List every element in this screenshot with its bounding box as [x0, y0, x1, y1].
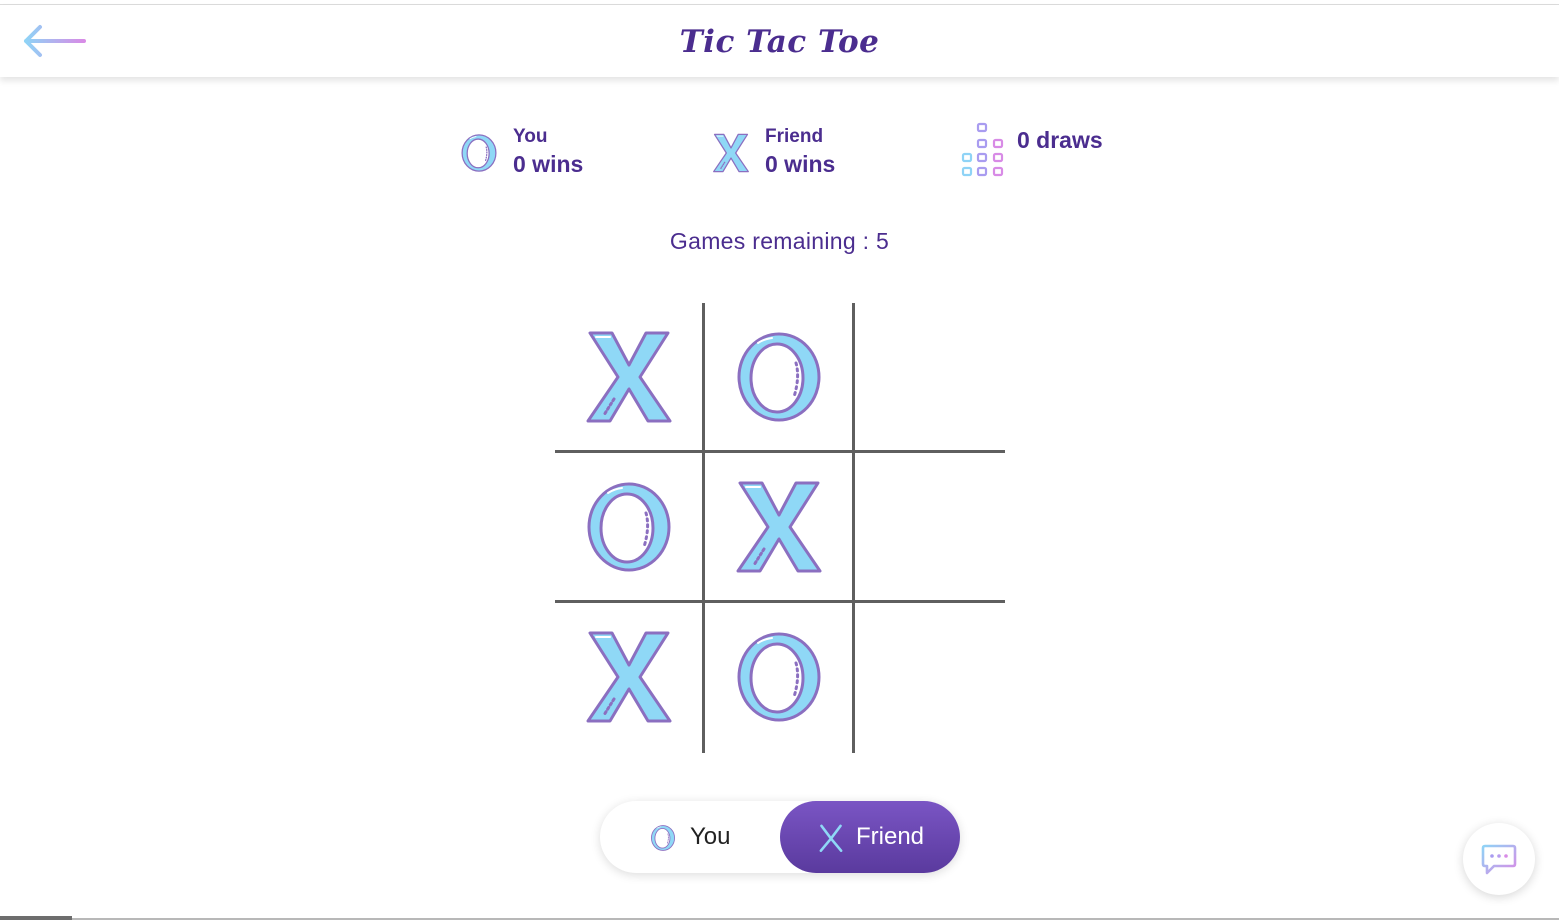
turn-toggle: You Friend	[600, 801, 960, 873]
o-mark-icon	[734, 329, 824, 425]
score-you-wins: 0 wins	[513, 151, 584, 177]
chat-bubble-icon	[1481, 844, 1517, 875]
x-mark-icon	[734, 479, 824, 575]
games-remaining: Games remaining : 5	[669, 228, 890, 254]
o-mark-icon	[734, 629, 824, 725]
board-cell[interactable]	[555, 303, 703, 451]
chat-button[interactable]	[1463, 823, 1535, 895]
toggle-you-label: You	[690, 823, 731, 850]
toggle-you-button[interactable]: You	[600, 801, 780, 873]
toggle-friend-button[interactable]: Friend	[780, 801, 960, 873]
score-draws-text: 0 draws	[1017, 127, 1103, 153]
board-cell[interactable]	[705, 303, 853, 451]
score-friend-label: Friend	[765, 126, 824, 147]
bottom-bar-segment	[0, 916, 72, 920]
draws-blocks-icon	[961, 122, 1004, 177]
score-friend-wins: 0 wins	[765, 151, 836, 177]
board-cell[interactable]	[705, 453, 853, 601]
score-draws: 0 draws	[960, 122, 1120, 182]
score-you: You 0 wins	[460, 122, 600, 182]
o-mark-icon	[584, 479, 674, 575]
board-cell[interactable]	[555, 453, 703, 601]
board-cell[interactable]	[555, 603, 703, 751]
app-header: Tic Tac Toe	[0, 5, 1559, 77]
x-mark-icon	[712, 126, 750, 180]
x-mark-icon	[584, 329, 674, 425]
board-cell[interactable]	[855, 453, 1003, 601]
o-mark-icon	[460, 125, 498, 181]
toggle-friend-label: Friend	[856, 823, 925, 850]
game-screen: Tic Tac Toe You 0 wins Friend 0 wins 0 d…	[0, 0, 1559, 920]
page-title: Tic Tac Toe	[679, 24, 880, 60]
score-you-label: You	[513, 126, 548, 147]
score-friend: Friend 0 wins	[712, 122, 852, 182]
board-cell[interactable]	[855, 303, 1003, 451]
o-mark-icon	[650, 824, 676, 852]
board-cell[interactable]	[705, 603, 853, 751]
x-mark-icon	[584, 629, 674, 725]
game-board	[555, 303, 1005, 753]
x-mark-icon	[819, 824, 843, 852]
board-cell[interactable]	[855, 603, 1003, 751]
